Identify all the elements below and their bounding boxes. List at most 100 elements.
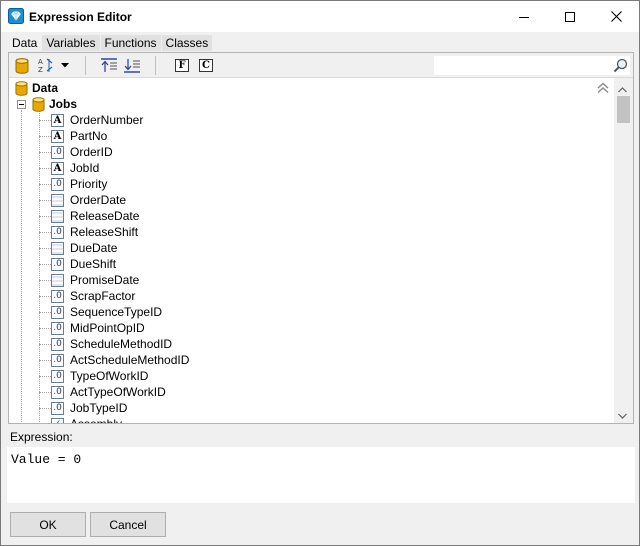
toolbar-separator <box>85 56 86 75</box>
search-input[interactable] <box>434 56 630 75</box>
tree-item[interactable]: .0 ActScheduleMethodID <box>39 352 189 368</box>
class-letter: C <box>199 59 213 72</box>
tree-connector <box>39 343 51 345</box>
tree-connector <box>39 327 51 329</box>
tree-item[interactable]: .0 MidPointOpID <box>39 320 189 336</box>
move-top-icon[interactable] <box>100 57 118 74</box>
tree-item[interactable]: OrderDate <box>39 192 189 208</box>
tree-item-label: ActScheduleMethodID <box>70 353 190 367</box>
number-type-icon: .0 <box>51 145 64 159</box>
tree-item[interactable]: .0 ActTypeOfWorkID <box>39 384 189 400</box>
move-bottom-icon[interactable] <box>123 57 141 74</box>
text-type-icon: A <box>51 113 64 127</box>
tree-item[interactable]: ReleaseDate <box>39 208 189 224</box>
toolbar: A Z F C <box>9 53 633 78</box>
number-type-icon: .0 <box>51 177 64 191</box>
tree-connector <box>39 247 51 249</box>
number-type-icon: .0 <box>51 289 64 303</box>
scroll-up-icon[interactable] <box>618 82 627 96</box>
text-type-icon: A <box>51 161 64 175</box>
tree-item[interactable]: A JobId <box>39 160 189 176</box>
tab-classes[interactable]: Classes <box>161 35 213 51</box>
minimize-button[interactable] <box>501 1 547 32</box>
tree-item-label: ScrapFactor <box>70 289 136 303</box>
tree-connector <box>39 183 51 185</box>
tree-item[interactable]: .0 DueShift <box>39 256 189 272</box>
tab-functions[interactable]: Functions <box>100 35 161 51</box>
tree-item-label: TypeOfWorkID <box>70 369 149 383</box>
tree-item-label: ActTypeOfWorkID <box>70 385 166 399</box>
tree-item[interactable]: A OrderNumber <box>39 112 189 128</box>
collapse-all-icon[interactable] <box>597 82 609 97</box>
scroll-down-icon[interactable] <box>618 408 627 422</box>
field-list: A OrderNumber A PartNo .0 OrderID A JobId .0 Prio… <box>39 112 189 423</box>
tree-item-label: PromiseDate <box>70 273 140 287</box>
tree-item[interactable]: .0 JobTypeID <box>39 400 189 416</box>
search-icon[interactable] <box>613 58 628 76</box>
ok-button[interactable]: OK <box>10 512 86 537</box>
tree-connector <box>39 167 51 169</box>
tree-connector <box>39 375 51 377</box>
collapse-toggle-icon[interactable] <box>17 99 26 109</box>
tree-item-label: OrderID <box>70 145 113 159</box>
tree-item-label: ReleaseDate <box>70 209 140 223</box>
vertical-scrollbar[interactable] <box>614 78 633 423</box>
tree-connector <box>39 119 51 121</box>
tree-item-label: MidPointOpID <box>70 321 145 335</box>
tree-connector <box>39 215 51 217</box>
class-button[interactable]: C <box>199 57 213 74</box>
svg-text:A: A <box>38 58 43 66</box>
sort-az-icon[interactable]: A Z <box>37 57 55 74</box>
tab-data[interactable]: Data <box>8 35 42 51</box>
number-type-icon: .0 <box>51 305 64 319</box>
tree-connector <box>39 391 51 393</box>
number-type-icon: .0 <box>51 385 64 399</box>
sort-dropdown-chevron-down-icon[interactable] <box>59 57 71 74</box>
tree-item-label: ScheduleMethodID <box>70 337 173 351</box>
svg-text:Z: Z <box>38 66 43 74</box>
tree-connector <box>39 407 51 409</box>
cancel-button[interactable]: Cancel <box>90 512 166 537</box>
tree-item[interactable]: .0 SequenceTypeID <box>39 304 189 320</box>
text-type-icon: A <box>51 129 64 143</box>
minimize-icon <box>519 16 529 18</box>
close-button[interactable] <box>593 1 639 32</box>
tree-item-label: PartNo <box>70 129 108 143</box>
expression-editor[interactable]: Value = 0 <box>7 447 635 503</box>
tree-item[interactable]: .0 OrderID <box>39 144 189 160</box>
date-type-icon <box>51 209 64 223</box>
data-panel: A Z F C Data Jobs A OrderNumber A PartNo… <box>8 52 634 424</box>
tree-item[interactable]: .0 ScheduleMethodID <box>39 336 189 352</box>
field-letter: F <box>175 59 189 72</box>
tree-item[interactable]: .0 Priority <box>39 176 189 192</box>
close-icon <box>610 11 622 22</box>
tree-item-label: Assembly <box>70 417 122 423</box>
tab-variables[interactable]: Variables <box>42 35 100 51</box>
tree-item[interactable]: A PartNo <box>39 128 189 144</box>
tree-item[interactable]: .0 TypeOfWorkID <box>39 368 189 384</box>
tree-connector <box>39 231 51 233</box>
tree-connector <box>39 279 51 281</box>
title-bar: Expression Editor <box>1 1 639 32</box>
field-button[interactable]: F <box>175 57 189 74</box>
tree-connector <box>39 311 51 313</box>
tree-guide-line <box>21 110 22 423</box>
tree-node-jobs[interactable]: Jobs <box>17 96 77 112</box>
tree-item[interactable]: .0 ReleaseShift <box>39 224 189 240</box>
tree-connector <box>39 199 51 201</box>
tree-item-label: JobId <box>70 161 100 175</box>
scrollbar-thumb[interactable] <box>617 96 630 123</box>
tree-item[interactable]: .0 ScrapFactor <box>39 288 189 304</box>
tree-item-label: DueShift <box>70 257 117 271</box>
tree-item-label: SequenceTypeID <box>70 305 163 319</box>
tree-item[interactable]: DueDate <box>39 240 189 256</box>
number-type-icon: .0 <box>51 225 64 239</box>
expression-editor-window: Expression Editor Data Variables Functio… <box>0 0 640 546</box>
tree-item[interactable]: PromiseDate <box>39 272 189 288</box>
maximize-button[interactable] <box>547 1 593 32</box>
database-icon[interactable] <box>14 57 30 74</box>
tree-connector <box>39 135 51 137</box>
tree-node-data[interactable]: Data <box>15 80 58 96</box>
number-type-icon: .0 <box>51 257 64 271</box>
tree-item[interactable]: ✓ Assembly <box>39 416 189 423</box>
